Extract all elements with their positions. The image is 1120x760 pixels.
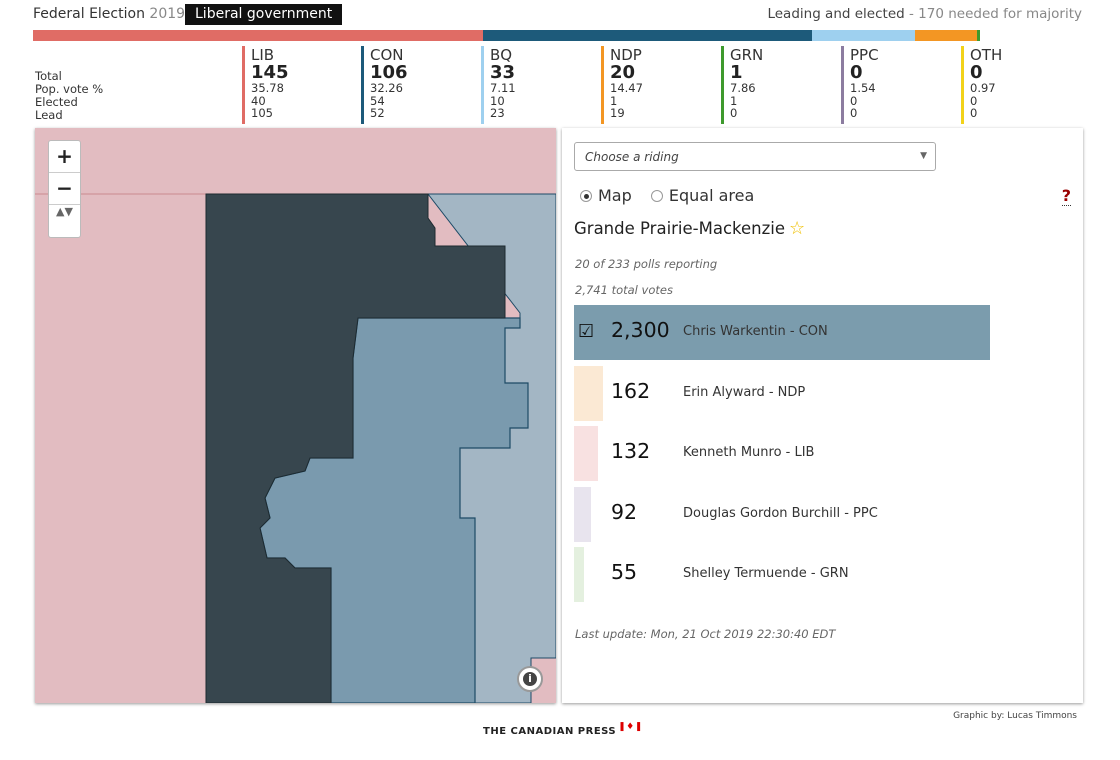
zoom-in-button[interactable]: + bbox=[49, 141, 80, 173]
radio-equal-area-label: Equal area bbox=[668, 186, 755, 205]
map-info-button[interactable]: i bbox=[517, 666, 543, 692]
government-badge: Liberal government bbox=[185, 4, 343, 25]
riding-select-placeholder: Choose a riding bbox=[585, 150, 679, 164]
footer-logo: THE CANADIAN PRESS ❚♦❚ bbox=[483, 722, 643, 737]
party-popvote: 32.26 bbox=[370, 81, 403, 95]
candidate-row: 92 Douglas Gordon Burchill - PPC bbox=[574, 486, 1074, 542]
radio-map[interactable]: Map bbox=[580, 186, 632, 205]
candidate-votes: 92 bbox=[611, 499, 638, 524]
party-column-ndp: NDP 20 14.47 1 19 bbox=[601, 46, 643, 124]
majority-main: Leading and elected bbox=[767, 6, 905, 22]
footer-label: THE CANADIAN PRESS bbox=[483, 726, 617, 737]
total-votes: 2,741 total votes bbox=[575, 283, 673, 297]
chevron-down-icon: ▼ bbox=[920, 151, 927, 161]
riding-select[interactable]: Choose a riding ▼ bbox=[574, 142, 936, 171]
candidate-row: 162 Erin Alyward - NDP bbox=[574, 365, 1074, 421]
row-labels: Total Pop. vote % Elected Lead bbox=[35, 70, 103, 122]
majority-sub: - 170 needed for majority bbox=[909, 6, 1082, 22]
party-lead: 105 bbox=[251, 106, 273, 120]
majority-label: Leading and elected - 170 needed for maj… bbox=[767, 6, 1082, 22]
riding-results-panel: Choose a riding ▼ Map Equal area ? Grand… bbox=[562, 128, 1083, 703]
candidate-row: ☑ 2,300 Chris Warkentin - CON bbox=[574, 305, 1074, 360]
riding-name: Grande Prairie-Mackenzie bbox=[574, 219, 786, 238]
party-popvote: 0.97 bbox=[970, 81, 996, 95]
party-popvote: 1.54 bbox=[850, 81, 876, 95]
radio-map-label: Map bbox=[598, 186, 632, 205]
view-toggle: Map Equal area bbox=[580, 186, 768, 205]
radio-dot bbox=[650, 190, 663, 202]
candidate-list: ☑ 2,300 Chris Warkentin - CON 162 Erin Alywa… bbox=[574, 305, 1074, 608]
seat-bar-segment-bq bbox=[812, 30, 915, 41]
candidate-vote-bar bbox=[574, 486, 591, 542]
canada-flag-icon: ❚♦❚ bbox=[618, 722, 643, 732]
graphic-credit: Graphic by: Lucas Timmons bbox=[953, 711, 1077, 721]
party-total: 33 bbox=[490, 62, 516, 83]
party-total: 0 bbox=[850, 62, 863, 83]
party-lead: 0 bbox=[730, 106, 738, 120]
zoom-out-button[interactable]: − bbox=[49, 173, 80, 205]
party-results-table: Total Pop. vote % Elected Lead LIB 145 35.… bbox=[35, 46, 1085, 126]
party-lead: 19 bbox=[610, 106, 625, 120]
party-lead: 0 bbox=[850, 106, 858, 120]
riding-map[interactable]: + − ▲▼ i bbox=[35, 128, 556, 703]
row-label-lead: Lead bbox=[35, 108, 63, 122]
help-link[interactable]: ? bbox=[1061, 186, 1071, 206]
radio-dot-selected bbox=[580, 190, 592, 202]
party-lead: 52 bbox=[370, 106, 385, 120]
party-total: 20 bbox=[610, 62, 636, 83]
polls-reporting: 20 of 233 polls reporting bbox=[575, 257, 718, 271]
candidate-name: Shelley Termuende - GRN bbox=[683, 566, 849, 582]
party-column-grn: GRN 1 7.86 1 0 bbox=[721, 46, 763, 124]
seat-bar-segment-con bbox=[483, 30, 813, 41]
header-bar: Federal Election 2019 Liberal government… bbox=[33, 4, 1082, 28]
party-column-oth: OTH 0 0.97 0 0 bbox=[961, 46, 1002, 124]
party-total: 0 bbox=[970, 62, 983, 83]
party-column-bq: BQ 33 7.11 10 23 bbox=[481, 46, 516, 124]
star-icon[interactable]: ☆ bbox=[789, 218, 805, 239]
reset-view-button[interactable]: ▲▼ bbox=[49, 205, 80, 237]
candidate-vote-bar bbox=[574, 547, 584, 603]
seat-bar-segment-lib bbox=[33, 30, 484, 41]
party-column-ppc: PPC 0 1.54 0 0 bbox=[841, 46, 879, 124]
candidate-votes: 132 bbox=[611, 439, 651, 464]
candidate-votes: 55 bbox=[611, 560, 638, 585]
candidate-votes: 162 bbox=[611, 378, 651, 403]
candidate-name: Erin Alyward - NDP bbox=[683, 384, 806, 400]
party-column-con: CON 106 32.26 54 52 bbox=[361, 46, 408, 124]
party-total: 1 bbox=[730, 62, 743, 83]
seat-bar bbox=[33, 30, 980, 41]
candidate-vote-bar bbox=[574, 426, 598, 482]
candidate-vote-bar bbox=[574, 365, 603, 421]
candidate-name: Kenneth Munro - LIB bbox=[683, 445, 815, 461]
info-icon: i bbox=[523, 672, 537, 686]
riding-title: Grande Prairie-Mackenzie ☆ bbox=[574, 218, 805, 239]
title-year: 2019 bbox=[149, 6, 186, 22]
party-total: 145 bbox=[251, 62, 289, 83]
party-popvote: 7.11 bbox=[490, 81, 516, 95]
party-popvote: 7.86 bbox=[730, 81, 756, 95]
map-svg[interactable] bbox=[35, 128, 556, 703]
party-lead: 23 bbox=[490, 106, 505, 120]
radio-equal-area[interactable]: Equal area bbox=[650, 186, 755, 205]
candidate-name: Chris Warkentin - CON bbox=[683, 324, 828, 339]
party-popvote: 35.78 bbox=[251, 81, 284, 95]
candidate-votes: 2,300 bbox=[611, 318, 670, 342]
candidate-row: 132 Kenneth Munro - LIB bbox=[574, 426, 1074, 482]
last-update: Last update: Mon, 21 Oct 2019 22:30:40 E… bbox=[575, 627, 836, 641]
party-total: 106 bbox=[370, 62, 408, 83]
page-title: Federal Election 2019 bbox=[33, 6, 185, 22]
party-column-lib: LIB 145 35.78 40 105 bbox=[242, 46, 289, 124]
candidate-name: Douglas Gordon Burchill - PPC bbox=[683, 505, 878, 521]
seat-bar-segment-ndp bbox=[914, 30, 977, 41]
party-lead: 0 bbox=[970, 106, 978, 120]
title-main: Federal Election bbox=[33, 6, 145, 22]
zoom-control[interactable]: + − ▲▼ bbox=[48, 140, 81, 238]
candidate-row: 55 Shelley Termuende - GRN bbox=[574, 547, 1074, 603]
party-popvote: 14.47 bbox=[610, 81, 643, 95]
seat-bar-segment-grn bbox=[976, 30, 980, 41]
winner-check-icon: ☑ bbox=[578, 321, 595, 342]
